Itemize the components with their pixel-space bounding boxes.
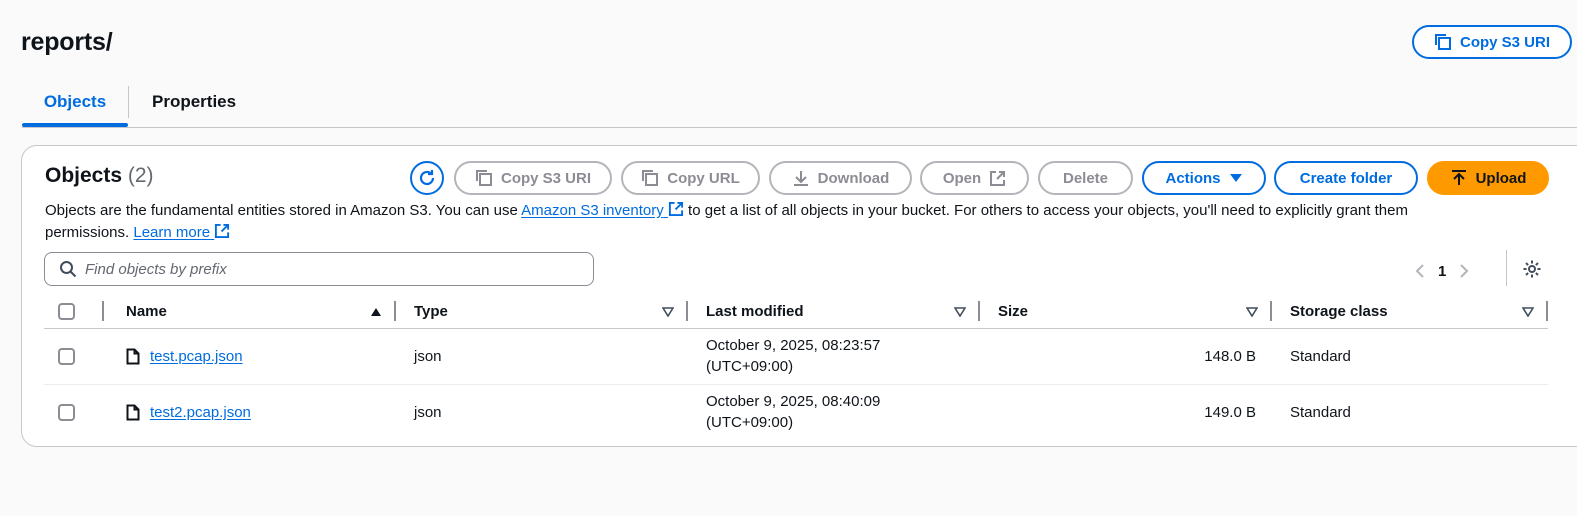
external-link-icon (215, 223, 230, 239)
object-name-link[interactable]: test.pcap.json (150, 348, 243, 365)
last-modified-date: October 9, 2025, 08:23:57 (706, 337, 881, 354)
object-storage-class: Standard (1272, 328, 1548, 385)
column-header-name-label: Name (126, 303, 167, 321)
select-all-header (44, 296, 104, 329)
objects-table: Name Type Last modified Size Storage cla… (44, 296, 1548, 440)
page-title: reports/ (21, 28, 113, 56)
object-type: json (414, 403, 442, 421)
object-last-modified: October 9, 2025, 08:23:57 (UTC+09:00) (688, 328, 980, 385)
chevron-right-icon[interactable] (1456, 263, 1472, 279)
learn-more-link-label: Learn more (133, 224, 211, 241)
s3-inventory-link-label: Amazon S3 inventory (521, 202, 664, 219)
copy-icon (1434, 34, 1451, 50)
object-type: json (396, 328, 688, 385)
tab-objects[interactable]: Objects (22, 84, 128, 127)
table-header-row: Name Type Last modified Size Storage cla… (44, 296, 1548, 329)
search-input[interactable] (85, 254, 593, 284)
tab-bar: Objects Properties (22, 84, 1577, 128)
last-modified-timezone: (UTC+09:00) (706, 358, 794, 375)
delete-label: Delete (1062, 169, 1109, 187)
objects-panel: Objects (2) Copy S3 URI Copy URL Downloa… (21, 145, 1577, 447)
search-icon (60, 261, 77, 278)
object-size: 148.0 B (980, 328, 1272, 385)
external-link-icon (668, 201, 683, 217)
row-checkbox[interactable] (58, 347, 75, 365)
object-name-link[interactable]: test2.pcap.json (150, 404, 251, 421)
open-label: Open (942, 169, 982, 187)
table-row[interactable]: test2.pcap.json json October 9, 2025, 08… (44, 384, 1548, 440)
delete-button[interactable]: Delete (1038, 161, 1133, 195)
learn-more-link[interactable]: Learn more (133, 223, 230, 241)
object-last-modified: October 9, 2025, 08:40:09 (UTC+09:00) (688, 384, 980, 440)
file-icon (126, 348, 140, 364)
object-size: 149.0 B (1204, 403, 1256, 421)
actions-dropdown[interactable]: Actions (1142, 161, 1266, 195)
column-header-storage-class-label: Storage class (1290, 303, 1388, 321)
page-number[interactable]: 1 (1438, 263, 1446, 280)
copy-url-button[interactable]: Copy URL (621, 161, 760, 195)
last-modified-date: October 9, 2025, 08:40:09 (706, 393, 881, 411)
actions-label: Actions (1165, 169, 1221, 187)
settings-gear-icon[interactable] (1522, 259, 1542, 279)
external-link-icon (990, 170, 1006, 186)
upload-icon (1451, 170, 1466, 185)
select-all-checkbox[interactable] (58, 303, 75, 321)
search-box (44, 252, 594, 286)
sort-ascending-icon (371, 307, 381, 316)
s3-inventory-link[interactable]: Amazon S3 inventory (521, 201, 684, 219)
objects-description: Objects are the fundamental entities sto… (45, 200, 1485, 244)
refresh-icon (419, 170, 435, 186)
pagination-divider (1506, 250, 1507, 286)
download-label: Download (817, 169, 890, 187)
upload-label: Upload (1475, 169, 1527, 187)
header-copy-s3-uri-button[interactable]: Copy S3 URI (1412, 25, 1572, 59)
column-header-size[interactable]: Size (980, 296, 1272, 329)
tab-divider (128, 86, 129, 118)
create-folder-button[interactable]: Create folder (1274, 161, 1418, 195)
column-header-storage-class[interactable]: Storage class (1272, 296, 1548, 329)
download-button[interactable]: Download (769, 161, 912, 195)
objects-heading-label: Objects (45, 164, 123, 187)
sort-icon (662, 306, 674, 317)
column-header-type-label: Type (414, 303, 448, 321)
copy-s3-uri-label: Copy S3 URI (500, 169, 591, 187)
open-button[interactable]: Open (920, 161, 1029, 195)
column-header-last-modified-label: Last modified (706, 303, 804, 321)
column-header-type[interactable]: Type (396, 296, 688, 329)
row-checkbox[interactable] (58, 404, 75, 422)
pagination: 1 (1412, 256, 1472, 286)
copy-url-label: Copy URL (667, 169, 740, 187)
refresh-button[interactable] (410, 161, 444, 195)
tab-properties[interactable]: Properties (152, 84, 236, 127)
column-header-name[interactable]: Name (104, 296, 396, 329)
column-resizer[interactable] (1546, 301, 1548, 321)
column-header-last-modified[interactable]: Last modified (688, 296, 980, 329)
last-modified-timezone: (UTC+09:00) (706, 414, 794, 432)
objects-count: (2) (127, 164, 154, 187)
chevron-left-icon[interactable] (1412, 263, 1428, 279)
download-icon (793, 171, 808, 186)
copy-icon (642, 170, 659, 186)
object-storage-class: Standard (1290, 403, 1351, 421)
caret-down-icon (1229, 174, 1242, 182)
upload-button[interactable]: Upload (1427, 161, 1549, 195)
file-icon (126, 404, 140, 421)
sort-icon (1522, 306, 1534, 317)
copy-s3-uri-button[interactable]: Copy S3 URI (454, 161, 612, 195)
sort-icon (1246, 306, 1258, 317)
header-copy-s3-uri-label: Copy S3 URI (1459, 33, 1550, 51)
description-text-1: Objects are the fundamental entities sto… (45, 202, 522, 219)
sort-icon (954, 306, 966, 317)
create-folder-label: Create folder (1299, 169, 1393, 187)
copy-icon (475, 170, 492, 186)
objects-heading: Objects (2) (45, 164, 154, 188)
column-header-size-label: Size (998, 303, 1029, 321)
table-row[interactable]: test.pcap.json json October 9, 2025, 08:… (44, 328, 1548, 385)
